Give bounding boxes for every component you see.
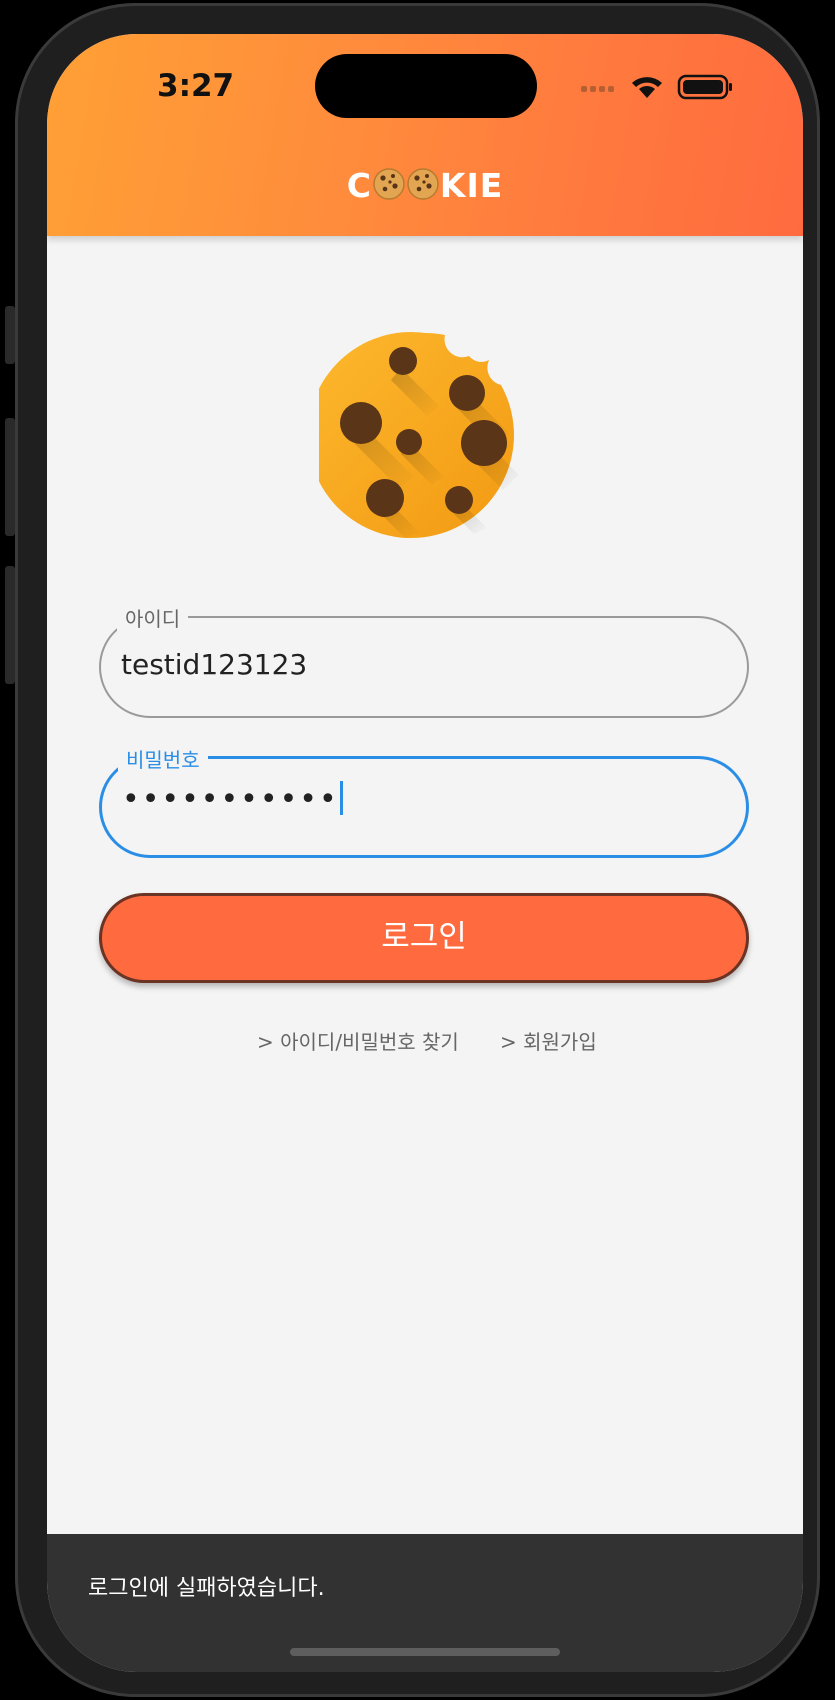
password-input[interactable]: ••••••••••• — [122, 781, 343, 817]
title-suffix: KIE — [439, 166, 504, 205]
cookie-logo-icon — [307, 330, 531, 546]
battery-icon — [677, 74, 732, 100]
signal-icon — [581, 86, 614, 92]
password-field-label: 비밀번호 — [118, 744, 208, 773]
cookie-icon — [372, 167, 406, 209]
id-field[interactable]: 아이디 testid123123 — [99, 603, 749, 718]
sign-up-link[interactable]: > 회원가입 — [500, 1026, 597, 1055]
status-time: 3:27 — [157, 68, 235, 104]
login-button[interactable]: 로그인 — [99, 893, 749, 983]
password-dots: ••••••••••• — [122, 782, 339, 817]
password-field[interactable]: 비밀번호 ••••••••••• — [99, 744, 749, 858]
find-account-link[interactable]: > 아이디/비밀번호 찾기 — [257, 1026, 459, 1055]
app-title: C KIE — [47, 166, 803, 209]
text-caret — [339, 781, 343, 815]
side-button — [5, 566, 15, 684]
home-indicator[interactable] — [290, 1648, 560, 1656]
status-icons — [581, 72, 741, 102]
id-field-label: 아이디 — [117, 603, 189, 632]
screen: 3:27 CKIE 아이디 testid123123 비밀번호 ••••••••… — [47, 34, 803, 1672]
id-input[interactable]: testid123123 — [121, 648, 307, 681]
dynamic-island — [315, 54, 537, 118]
title-prefix: C — [346, 166, 372, 205]
side-button — [5, 306, 15, 364]
cookie-icon — [406, 167, 440, 209]
snackbar-message: 로그인에 실패하였습니다. — [88, 1576, 325, 1601]
side-button — [5, 418, 15, 536]
app-bar: 3:27 CKIE — [47, 34, 803, 236]
wifi-icon — [632, 77, 662, 98]
